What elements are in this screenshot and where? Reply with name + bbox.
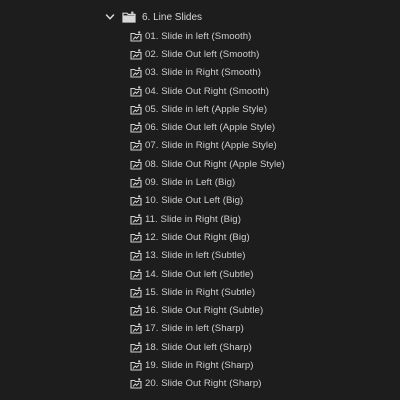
list-item[interactable]: 04. Slide Out Right (Smooth): [130, 82, 285, 100]
list-item[interactable]: 02. Slide Out left (Smooth): [130, 45, 285, 63]
sequence-icon: [130, 104, 142, 115]
list-item-label: 17. Slide in left (Sharp): [145, 323, 244, 335]
sequence-icon: [130, 31, 142, 42]
list-item-label: 03. Slide in Right (Smooth): [145, 67, 261, 79]
list-item-label: 02. Slide Out left (Smooth): [145, 48, 260, 60]
list-item-label: 10. Slide Out Left (Big): [145, 195, 244, 207]
list-item-label: 01. Slide in left (Smooth): [145, 30, 252, 42]
list-item[interactable]: 16. Slide Out Right (Subtle): [130, 301, 285, 319]
list-item[interactable]: 17. Slide in left (Sharp): [130, 320, 285, 338]
list-item-label: 19. Slide in Right (Sharp): [145, 359, 254, 371]
list-item[interactable]: 11. Slide in Right (Big): [130, 210, 285, 228]
list-item-label: 14. Slide Out left (Subtle): [145, 268, 254, 280]
list-item-label: 11. Slide in Right (Big): [145, 213, 241, 225]
sequence-icon: [130, 122, 142, 133]
list-item-label: 06. Slide Out left (Apple Style): [145, 122, 276, 134]
list-item[interactable]: 01. Slide in left (Smooth): [130, 27, 285, 45]
sequence-icon: [130, 250, 142, 261]
folder-label: 6. Line Slides: [142, 11, 203, 23]
folder-row-line-slides[interactable]: 6. Line Slides: [104, 8, 202, 26]
list-item-label: 18. Slide Out left (Sharp): [145, 341, 252, 353]
list-item-label: 20. Slide Out Right (Sharp): [145, 378, 262, 390]
sequence-icon: [130, 342, 142, 353]
list-item[interactable]: 20. Slide Out Right (Sharp): [130, 375, 285, 393]
sequence-icon: [130, 67, 142, 78]
sequence-icon: [130, 159, 142, 170]
list-item[interactable]: 05. Slide in left (Apple Style): [130, 100, 285, 118]
project-panel: 6. Line Slides 01. Slide in left (Smooth…: [0, 0, 400, 400]
list-item-label: 15. Slide in Right (Subtle): [145, 286, 256, 298]
sequence-icon: [130, 177, 142, 188]
list-item[interactable]: 03. Slide in Right (Smooth): [130, 64, 285, 82]
list-item[interactable]: 14. Slide Out left (Subtle): [130, 265, 285, 283]
sequence-list: 01. Slide in left (Smooth) 02. Slide Out …: [130, 27, 285, 393]
list-item-label: 04. Slide Out Right (Smooth): [145, 85, 270, 97]
sequence-icon: [130, 232, 142, 243]
sequence-icon: [130, 85, 142, 97]
sequence-icon: [130, 49, 142, 60]
list-item-label: 09. Slide in Left (Big): [145, 177, 236, 189]
list-item-label: 05. Slide in left (Apple Style): [145, 103, 268, 115]
list-item-label: 13. Slide in left (Subtle): [145, 250, 246, 262]
sequence-icon: [130, 287, 142, 298]
sequence-icon: [130, 268, 142, 280]
list-item[interactable]: 15. Slide in Right (Subtle): [130, 283, 285, 301]
sequence-icon: [130, 214, 142, 225]
list-item-label: 07. Slide in Right (Apple Style): [145, 140, 277, 152]
sequence-icon: [130, 378, 142, 389]
list-item[interactable]: 10. Slide Out Left (Big): [130, 192, 285, 210]
list-item[interactable]: 13. Slide in left (Subtle): [130, 247, 285, 265]
list-item[interactable]: 08. Slide Out Right (Apple Style): [130, 155, 285, 173]
sequence-icon: [130, 195, 142, 206]
list-item[interactable]: 09. Slide in Left (Big): [130, 173, 285, 191]
sequence-icon: [130, 140, 142, 151]
folder-icon: [122, 11, 136, 23]
sequence-icon: [130, 305, 142, 316]
list-item[interactable]: 19. Slide in Right (Sharp): [130, 356, 285, 374]
list-item-label: 16. Slide Out Right (Subtle): [145, 305, 264, 317]
list-item-label: 12. Slide Out Right (Big): [145, 231, 250, 243]
list-item-label: 08. Slide Out Right (Apple Style): [145, 158, 285, 170]
sequence-icon: [130, 360, 142, 371]
list-item[interactable]: 06. Slide Out left (Apple Style): [130, 118, 285, 136]
list-item[interactable]: 07. Slide in Right (Apple Style): [130, 137, 285, 155]
list-item[interactable]: 12. Slide Out Right (Big): [130, 228, 285, 246]
list-item[interactable]: 18. Slide Out left (Sharp): [130, 338, 285, 356]
chevron-down-icon[interactable]: [104, 11, 116, 23]
sequence-icon: [130, 323, 142, 334]
